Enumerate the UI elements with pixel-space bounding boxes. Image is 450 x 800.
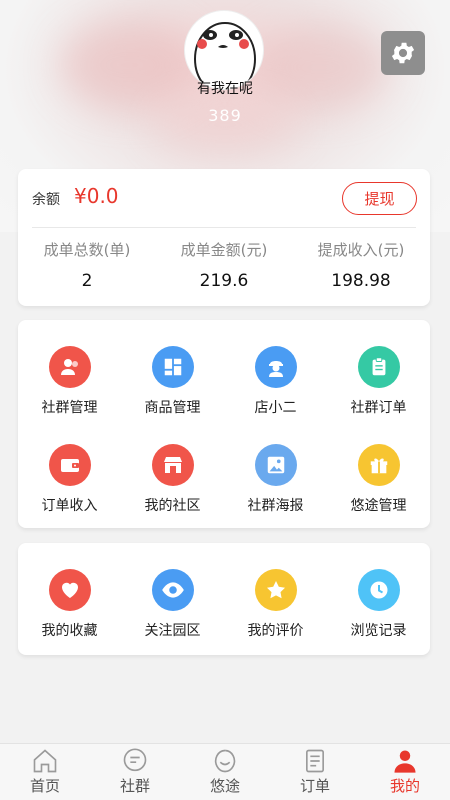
personal-grid: 我的收藏 关注园区 我的评价 浏览记录: [18, 543, 430, 655]
stat-order-amount: 成单金额(元) 219.6: [155, 239, 293, 291]
wallet-icon: [48, 444, 91, 486]
stat-value: 219.6: [199, 271, 249, 291]
tab-mine[interactable]: 我的: [360, 744, 450, 800]
tab-label: 订单: [299, 777, 330, 795]
heart-icon: [48, 569, 91, 611]
grid-item-community-orders[interactable]: 社群订单: [327, 346, 430, 417]
grid-label: 社群管理: [41, 400, 98, 416]
tab-label: 悠途: [209, 777, 240, 795]
tab-home[interactable]: 首页: [0, 744, 90, 800]
balance-card: 余额 ¥0.0 提现 成单总数(单) 2 成单金额(元) 219.6 提成收入(…: [18, 169, 430, 306]
stat-value: 198.98: [331, 271, 391, 291]
grid-item-order-income[interactable]: 订单收入: [18, 444, 121, 515]
home-icon: [31, 747, 59, 775]
smile-icon: [211, 747, 239, 775]
grid-label: 商品管理: [144, 400, 201, 416]
user-group-icon: [48, 346, 91, 388]
grid-label: 浏览记录: [350, 623, 407, 639]
order-icon: [301, 747, 329, 775]
eye-icon: [151, 569, 194, 611]
balance-value: ¥0.0: [74, 184, 119, 208]
grid-label: 我的评价: [247, 623, 304, 639]
header-background-blur: [150, 95, 300, 155]
grid-label: 我的社区: [144, 498, 201, 514]
grid-item-community-poster[interactable]: 社群海报: [224, 444, 327, 515]
grid-item-history[interactable]: 浏览记录: [327, 569, 430, 640]
tab-community[interactable]: 社群: [90, 744, 180, 800]
user-id: 389: [208, 106, 242, 125]
bottom-tab-bar: 首页 社群 悠途 订单 我的: [0, 743, 450, 800]
stat-label: 成单总数(单): [43, 241, 131, 259]
grid-item-my-community[interactable]: 我的社区: [121, 444, 224, 515]
clock-icon: [357, 569, 400, 611]
grid-item-followed-parks[interactable]: 关注园区: [121, 569, 224, 640]
clipboard-icon: [357, 346, 400, 388]
grid-label: 社群订单: [350, 400, 407, 416]
stat-commission: 提成收入(元) 198.98: [292, 239, 430, 291]
tab-youtu[interactable]: 悠途: [180, 744, 270, 800]
settings-button[interactable]: [381, 31, 425, 75]
tab-label: 首页: [29, 777, 60, 795]
balance-label: 余额: [32, 192, 60, 208]
grid-icon: [151, 346, 194, 388]
function-grid: 社群管理 商品管理 店小二 社群订单 订单收入 我的社区 社群海报 悠途管理: [18, 320, 430, 528]
grid-item-goods-manage[interactable]: 商品管理: [121, 346, 224, 417]
tab-label: 社群: [119, 777, 150, 795]
chat-icon: [121, 747, 149, 775]
grid-item-youtu-manage[interactable]: 悠途管理: [327, 444, 430, 515]
stat-order-count: 成单总数(单) 2: [18, 239, 156, 291]
tab-label: 我的: [389, 777, 420, 795]
person-icon: [391, 747, 419, 775]
tab-orders[interactable]: 订单: [270, 744, 360, 800]
star-icon: [254, 569, 297, 611]
stat-label: 成单金额(元): [180, 241, 268, 259]
grid-label: 关注园区: [144, 623, 201, 639]
stat-label: 提成收入(元): [317, 241, 405, 259]
grid-item-community-manage[interactable]: 社群管理: [18, 346, 121, 417]
grid-item-clerk[interactable]: 店小二: [224, 346, 327, 417]
gear-icon: [391, 42, 415, 64]
grid-label: 悠途管理: [350, 498, 407, 514]
gift-icon: [357, 444, 400, 486]
grid-label: 社群海报: [247, 498, 304, 514]
grid-label: 我的收藏: [41, 623, 98, 639]
grid-label: 店小二: [254, 400, 297, 416]
divider: [32, 227, 416, 228]
grid-label: 订单收入: [41, 498, 98, 514]
withdraw-button[interactable]: 提现: [342, 182, 417, 215]
user-name: 有我在呢: [197, 81, 253, 97]
grid-item-favorites[interactable]: 我的收藏: [18, 569, 121, 640]
stat-value: 2: [81, 271, 93, 291]
image-icon: [254, 444, 297, 486]
clerk-icon: [254, 346, 297, 388]
store-icon: [151, 444, 194, 486]
grid-item-my-reviews[interactable]: 我的评价: [224, 569, 327, 640]
